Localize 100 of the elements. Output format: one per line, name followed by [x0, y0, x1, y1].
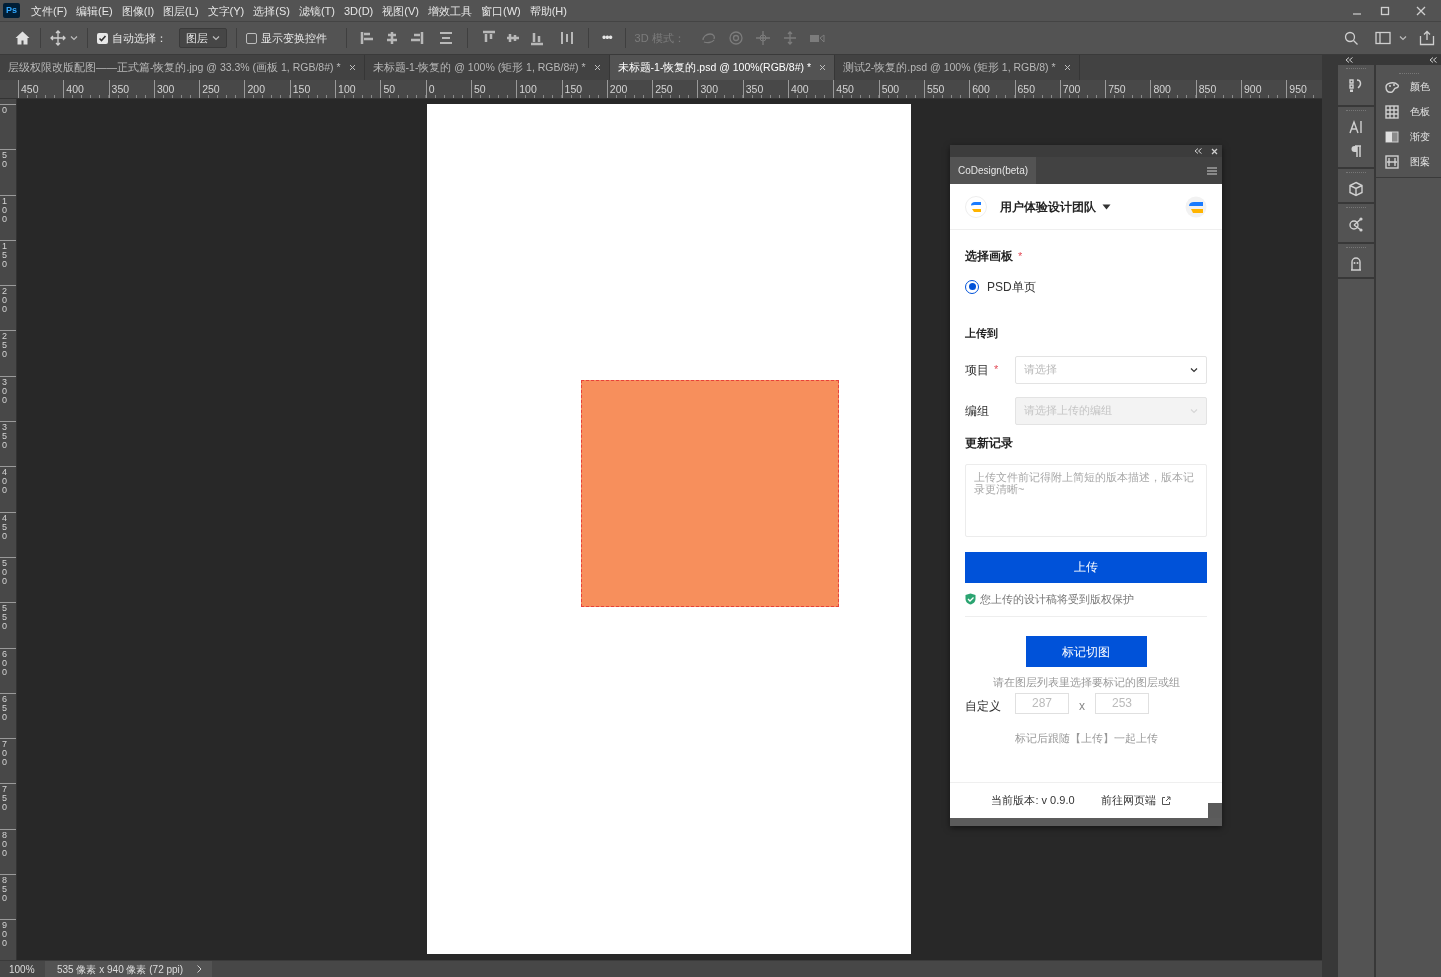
pattern-icon[interactable]: [1384, 153, 1400, 170]
required-mark: *: [1018, 249, 1023, 264]
more-button[interactable]: •••: [598, 29, 616, 47]
history-icon[interactable]: [1348, 77, 1364, 93]
panel-item[interactable]: 色板: [1376, 99, 1441, 124]
ruler-label: 550: [2, 604, 8, 632]
update-log-field[interactable]: 上传文件前记得附上简短的版本描述，版本记录更清晰~: [965, 463, 1207, 537]
ruler-label: 350: [2, 423, 8, 451]
caret-icon[interactable]: [212, 35, 220, 41]
section-label: 更新记录: [965, 435, 1014, 450]
field-label: 自定义: [965, 697, 1002, 715]
external-link-icon[interactable]: [1160, 795, 1171, 806]
caret-icon[interactable]: [1190, 366, 1198, 373]
mark-hint: 请在图层列表里选择要标记的图层或组: [992, 675, 1180, 690]
menu-item[interactable]: 图层(L): [163, 3, 199, 18]
close-icon[interactable]: [1211, 147, 1218, 155]
robot-icon[interactable]: [1348, 256, 1364, 272]
search-icon[interactable]: [1344, 30, 1359, 46]
caret-down-icon[interactable]: [1102, 203, 1111, 210]
panel-item[interactable]: 颜色: [1376, 74, 1441, 99]
collapse-icon[interactable]: [1345, 57, 1353, 63]
align-center-icon[interactable]: [384, 30, 400, 46]
checkbox-label[interactable]: 自动选择：: [112, 29, 167, 47]
protection-note: 您上传的设计稿将受到版权保护: [980, 591, 1134, 607]
menu-item[interactable]: 文字(Y): [207, 3, 245, 18]
app-logo[interactable]: Ps: [3, 3, 20, 18]
distribute-vertical-icon[interactable]: [559, 30, 575, 46]
menu-item[interactable]: 图像(I): [121, 3, 155, 18]
align-right-icon[interactable]: [408, 30, 424, 46]
gradient-icon[interactable]: [1384, 128, 1400, 145]
ruler-label: 100: [516, 80, 562, 98]
caret-icon[interactable]: [70, 35, 78, 41]
ruler-label: 200: [244, 80, 290, 98]
menu-item[interactable]: 编辑(E): [76, 3, 113, 18]
mark-slice-button[interactable]: 标记切图: [1025, 636, 1147, 667]
close-icon[interactable]: [348, 64, 356, 71]
panel-tab[interactable]: CoDesign(beta): [950, 157, 1037, 184]
resize-grip[interactable]: [1208, 803, 1222, 818]
menu-item[interactable]: 选择(S): [253, 3, 290, 18]
radio-label[interactable]: PSD单页: [987, 277, 1036, 296]
collapse-icon[interactable]: [1194, 148, 1202, 154]
maximize-icon[interactable]: [1380, 5, 1390, 16]
ruler-label: 300: [2, 377, 8, 405]
close-icon[interactable]: [593, 64, 601, 71]
align-bottom-icon[interactable]: [529, 30, 545, 46]
checkbox[interactable]: [246, 32, 257, 44]
distribute-icon[interactable]: [438, 30, 454, 46]
ruler-label: 700: [2, 740, 8, 768]
home-icon[interactable]: [14, 30, 31, 46]
ruler-label: 600: [2, 649, 8, 677]
ruler-label: 400: [63, 80, 109, 98]
ruler-label: 650: [2, 694, 8, 722]
share-icon[interactable]: [1419, 30, 1435, 46]
character-icon[interactable]: [1348, 119, 1364, 135]
menu-item[interactable]: 3D(D): [343, 3, 374, 18]
document-info: 535 像素 x 940 像素 (72 ppi): [57, 962, 184, 977]
upload-button[interactable]: 上传: [965, 551, 1207, 583]
version-text: 当前版本: v 0.9.0: [991, 793, 1075, 809]
menu-item[interactable]: 视图(V): [382, 3, 419, 18]
move-tool-icon[interactable]: [50, 30, 66, 46]
close-icon[interactable]: [1063, 64, 1071, 71]
cube-icon[interactable]: [1348, 181, 1364, 197]
ruler-label: 900: [2, 921, 8, 949]
mark-note: 标记后跟随【上传】一起上传: [1014, 730, 1158, 746]
section-label: 上传到: [965, 325, 999, 340]
checkbox[interactable]: [97, 32, 108, 44]
close-icon[interactable]: [818, 64, 826, 71]
web-link[interactable]: 前往网页端: [1100, 792, 1171, 809]
ruler-label: 750: [2, 785, 8, 813]
avatar-icon[interactable]: [1185, 195, 1207, 218]
workspace-icon[interactable]: [1375, 31, 1391, 45]
collapse-icon[interactable]: [1429, 57, 1437, 63]
ruler-label: 500: [2, 558, 8, 586]
align-left-icon[interactable]: [360, 30, 376, 46]
menu-icon[interactable]: [1207, 166, 1217, 175]
menu-item[interactable]: 文件(F): [31, 3, 68, 18]
chevron-right-icon[interactable]: [197, 965, 203, 973]
document-tab[interactable]: 未标题-1-恢复的.psd @ 100%(RGB/8#) *: [609, 55, 835, 80]
menu-item[interactable]: 帮助(H): [529, 3, 567, 18]
menu-item[interactable]: 窗口(W): [480, 3, 521, 18]
section-label: 选择画板: [965, 249, 1013, 264]
field-label: 编组: [965, 402, 989, 420]
ruler-label: 800: [1150, 80, 1196, 98]
layer-select[interactable]: 图层: [179, 28, 227, 48]
checkbox-label[interactable]: 显示变换控件: [261, 29, 327, 47]
ruler-label: 250: [2, 332, 8, 360]
menu-item[interactable]: 增效工具: [427, 3, 472, 18]
caret-icon[interactable]: [1399, 35, 1407, 41]
connection-icon[interactable]: [1348, 216, 1364, 232]
panel-item[interactable]: 渐变: [1376, 124, 1441, 149]
ruler-label: 850: [2, 876, 8, 904]
ruler-label: 300: [697, 80, 743, 98]
panel-item[interactable]: 图案: [1376, 149, 1441, 174]
menu-item[interactable]: 滤镜(T): [298, 3, 335, 18]
team-name[interactable]: 用户体验设计团队: [1000, 197, 1096, 216]
zoom-level[interactable]: 100%: [0, 961, 45, 977]
ruler-label: 150: [2, 241, 8, 269]
ruler-label: 400: [2, 468, 8, 496]
close-icon[interactable]: [1416, 5, 1426, 16]
grid-icon[interactable]: [1384, 103, 1400, 120]
